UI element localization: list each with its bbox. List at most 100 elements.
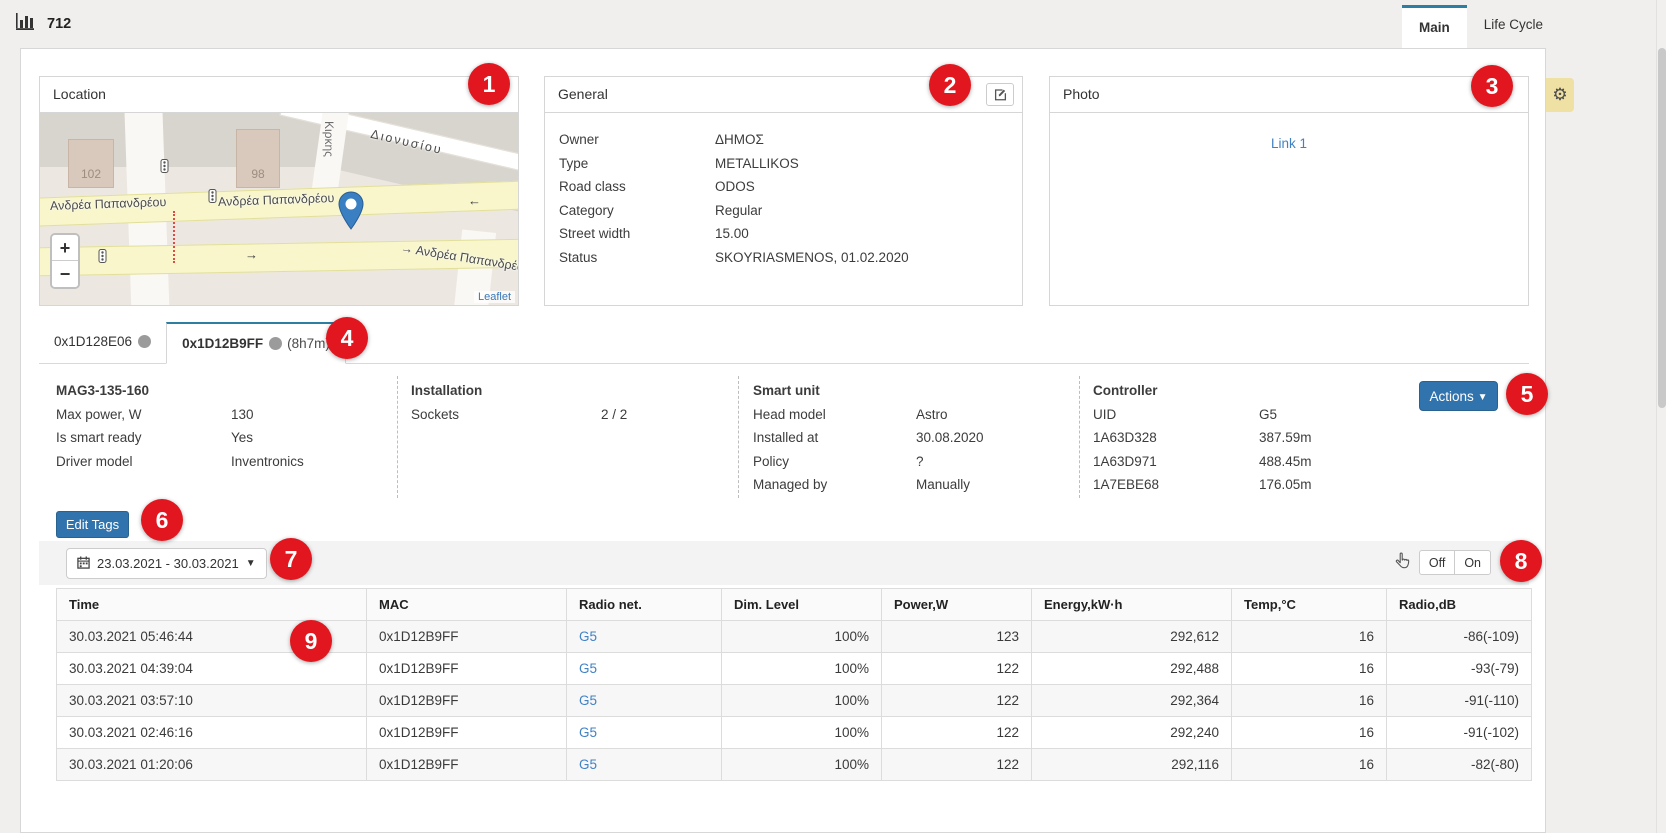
info-value: 30.08.2020 xyxy=(916,426,984,450)
info-value: Inventronics xyxy=(231,450,304,474)
table-header-row: Time MAC Radio net. Dim. Level Power,W E… xyxy=(57,589,1532,621)
brand: 712 xyxy=(16,13,71,34)
radio-net-link[interactable]: G5 xyxy=(579,629,597,644)
traffic-signal-icon xyxy=(98,249,107,270)
cell-radio-db: -82(-80) xyxy=(1387,749,1532,781)
map-marker-icon[interactable] xyxy=(338,191,364,236)
field-row: TypeMETALLIKOS xyxy=(559,152,1008,176)
device-tab-label: 0x1D12B9FF xyxy=(182,336,263,351)
map[interactable]: 102 98 Ανδρέα Παπανδρέου Ανδρέα Παπανδρέ… xyxy=(40,113,518,305)
info-label: Policy xyxy=(753,450,916,474)
table-row: 30.03.2021 01:20:06 0x1D12B9FF G5 100% 1… xyxy=(57,749,1532,781)
info-value: G5 xyxy=(1259,403,1277,427)
col-header-time: Time xyxy=(57,589,367,621)
annotation-badge-9: 9 xyxy=(290,620,332,662)
device-column-controller: Controller UIDG5 1A63D328387.59m 1A63D97… xyxy=(1093,379,1413,497)
hand-pointer-icon xyxy=(1395,552,1410,574)
status-dot-icon xyxy=(269,337,282,350)
annotation-badge-1: 1 xyxy=(468,63,510,105)
cell-mac: 0x1D12B9FF xyxy=(367,749,567,781)
edit-general-button[interactable] xyxy=(986,83,1014,106)
info-row: Driver modelInventronics xyxy=(56,450,396,474)
device-tab-0x1D12B9FF[interactable]: 0x1D12B9FF (8h7m) xyxy=(166,322,346,364)
settings-gear-button[interactable]: ⚙ xyxy=(1546,78,1574,112)
info-row: Is smart readyYes xyxy=(56,426,396,450)
info-row: Max power, W130 xyxy=(56,403,396,427)
info-value: 176.05m xyxy=(1259,473,1312,497)
cell-mac: 0x1D12B9FF xyxy=(367,621,567,653)
location-panel-title: Location xyxy=(40,77,518,113)
cell-mac: 0x1D12B9FF xyxy=(367,685,567,717)
device-tab-duration: (8h7m) xyxy=(287,336,330,351)
info-row: 1A63D971488.45m xyxy=(1093,450,1413,474)
map-building-98: 98 xyxy=(236,129,280,188)
radio-net-link[interactable]: G5 xyxy=(579,725,597,740)
column-title: Smart unit xyxy=(753,379,1073,403)
info-value: 387.59m xyxy=(1259,426,1312,450)
cell-energy: 292,488 xyxy=(1032,653,1232,685)
annotation-badge-4: 4 xyxy=(326,317,368,359)
actions-button[interactable]: Actions ▼ xyxy=(1419,381,1498,411)
device-tab-0x1D128E06[interactable]: 0x1D128E06 xyxy=(39,322,166,364)
info-value: Manually xyxy=(916,473,970,497)
edit-tags-button[interactable]: Edit Tags xyxy=(56,511,129,538)
field-row: StatusSKOYRIASMENOS, 01.02.2020 xyxy=(559,246,1008,270)
calendar-icon xyxy=(77,556,90,572)
info-label: Sockets xyxy=(411,403,601,427)
street-label: Κιρκης xyxy=(322,121,336,157)
page-scrollbar[interactable] xyxy=(1656,0,1666,833)
building-number: 98 xyxy=(251,167,264,181)
cell-radio-net: G5 xyxy=(567,685,722,717)
bar-chart-icon xyxy=(16,13,37,34)
info-value: 130 xyxy=(231,403,254,427)
field-value: ΔΗΜΟΣ xyxy=(715,128,764,152)
general-fields: OwnerΔΗΜΟΣ TypeMETALLIKOS Road classODOS… xyxy=(545,113,1022,284)
zoom-in-button[interactable]: + xyxy=(52,235,78,261)
photo-panel-title: Photo xyxy=(1050,77,1528,113)
cell-mac: 0x1D12B9FF xyxy=(367,717,567,749)
divider xyxy=(738,376,739,498)
tab-life-cycle[interactable]: Life Cycle xyxy=(1467,5,1560,48)
table-row: 30.03.2021 04:39:04 0x1D12B9FF G5 100% 1… xyxy=(57,653,1532,685)
radio-net-link[interactable]: G5 xyxy=(579,693,597,708)
col-header-radio-net: Radio net. xyxy=(567,589,722,621)
field-label: Owner xyxy=(559,128,715,152)
on-button[interactable]: On xyxy=(1454,550,1491,575)
tab-main[interactable]: Main xyxy=(1402,5,1467,48)
info-row: 1A63D328387.59m xyxy=(1093,426,1413,450)
cell-power: 122 xyxy=(882,749,1032,781)
leaflet-attribution-link[interactable]: Leaflet xyxy=(474,291,515,303)
location-panel: Location 102 98 Ανδρέα Παπανδρέου Ανδρέα… xyxy=(39,76,519,306)
cell-radio-net: G5 xyxy=(567,749,722,781)
annotation-badge-3: 3 xyxy=(1471,65,1513,107)
top-tabs: Main Life Cycle xyxy=(1402,5,1560,48)
field-label: Street width xyxy=(559,222,715,246)
caret-down-icon: ▼ xyxy=(1478,392,1488,403)
info-value: 488.45m xyxy=(1259,450,1312,474)
general-panel: General OwnerΔΗΜΟΣ TypeMETALLIKOS Road c… xyxy=(544,76,1023,306)
cell-radio-net: G5 xyxy=(567,653,722,685)
field-row: CategoryRegular xyxy=(559,199,1008,223)
field-label: Type xyxy=(559,152,715,176)
radio-net-link[interactable]: G5 xyxy=(579,757,597,772)
scrollbar-thumb[interactable] xyxy=(1658,48,1666,408)
cell-energy: 292,240 xyxy=(1032,717,1232,749)
info-label: UID xyxy=(1093,403,1259,427)
cell-radio-net: G5 xyxy=(567,717,722,749)
gear-icon: ⚙ xyxy=(1552,85,1567,105)
photo-link-1[interactable]: Link 1 xyxy=(1271,136,1307,151)
field-row: Road classODOS xyxy=(559,175,1008,199)
info-value: ? xyxy=(916,450,924,474)
caret-down-icon: ▼ xyxy=(246,558,256,569)
date-range-picker[interactable]: 23.03.2021 - 30.03.2021 ▼ xyxy=(66,548,267,579)
zoom-out-button[interactable]: − xyxy=(52,261,78,287)
status-dot-icon xyxy=(138,335,151,348)
device-column-luminaire: MAG3-135-160 Max power, W130 Is smart re… xyxy=(56,379,396,473)
off-button[interactable]: Off xyxy=(1419,550,1455,575)
info-row: UIDG5 xyxy=(1093,403,1413,427)
column-title: MAG3-135-160 xyxy=(56,379,396,403)
radio-net-link[interactable]: G5 xyxy=(579,661,597,676)
info-label: 1A63D971 xyxy=(1093,450,1259,474)
divider xyxy=(397,376,398,498)
table-row: 30.03.2021 02:46:16 0x1D12B9FF G5 100% 1… xyxy=(57,717,1532,749)
